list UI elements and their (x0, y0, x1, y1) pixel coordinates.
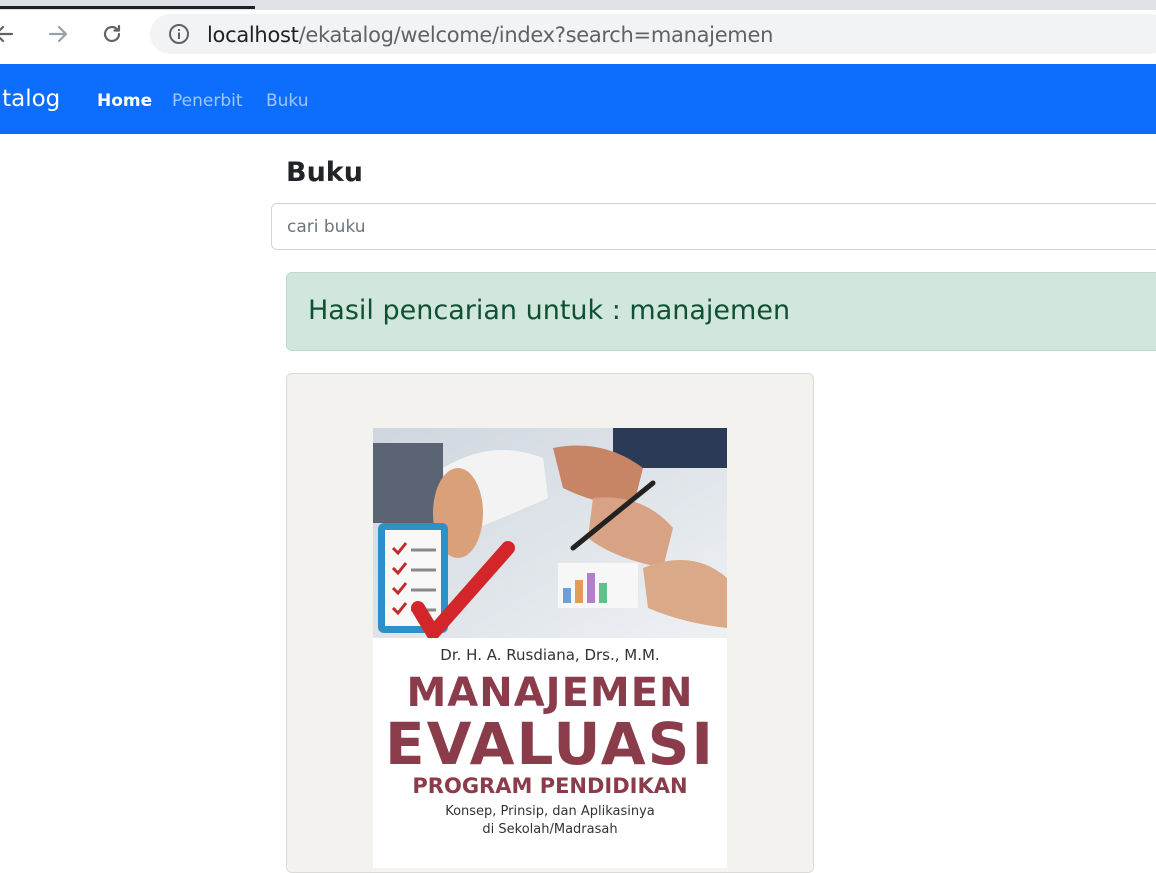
navbar-brand[interactable]: atalog (0, 86, 60, 112)
back-button[interactable] (0, 16, 22, 52)
info-icon[interactable] (168, 23, 190, 45)
cover-photo (373, 428, 727, 638)
arrow-left-icon (0, 25, 14, 43)
book-desc-line1: Konsep, Prinsip, dan Aplikasinya (445, 804, 655, 819)
search-result-text: Hasil pencarian untuk : manajemen (308, 295, 791, 326)
url-path: /ekatalog/welcome/index?search=manajemen (298, 23, 774, 47)
arrow-right-icon (48, 25, 68, 43)
url-host: localhost (207, 23, 299, 47)
book-author: Dr. H. A. Rusdiana, Drs., M.M. (440, 646, 660, 664)
forward-button[interactable] (40, 16, 76, 52)
search-input[interactable] (271, 203, 1156, 250)
url-text[interactable]: localhost/ekatalog/welcome/index?search=… (207, 23, 773, 47)
navbar: atalog Home Penerbit Buku (0, 64, 1156, 134)
active-tab-edge[interactable] (0, 0, 255, 9)
browser-toolbar: localhost/ekatalog/welcome/index?search=… (0, 10, 1156, 64)
address-bar[interactable]: localhost/ekatalog/welcome/index?search=… (150, 14, 1156, 54)
page-title: Buku (286, 157, 363, 188)
book-desc-line2: di Sekolah/Madrasah (482, 822, 618, 837)
nav-link-penerbit[interactable]: Penerbit (172, 91, 243, 111)
book-title-line2: EVALUASI (385, 710, 715, 778)
nav-link-home[interactable]: Home (97, 91, 152, 111)
book-subtitle: PROGRAM PENDIDIKAN (412, 774, 688, 798)
reload-button[interactable] (94, 16, 130, 52)
search-result-alert: Hasil pencarian untuk : manajemen (286, 272, 1156, 351)
reload-icon (103, 24, 121, 43)
book-cover[interactable]: Dr. H. A. Rusdiana, Drs., M.M. MANAJEMEN… (373, 428, 727, 868)
nav-link-buku[interactable]: Buku (266, 91, 309, 111)
